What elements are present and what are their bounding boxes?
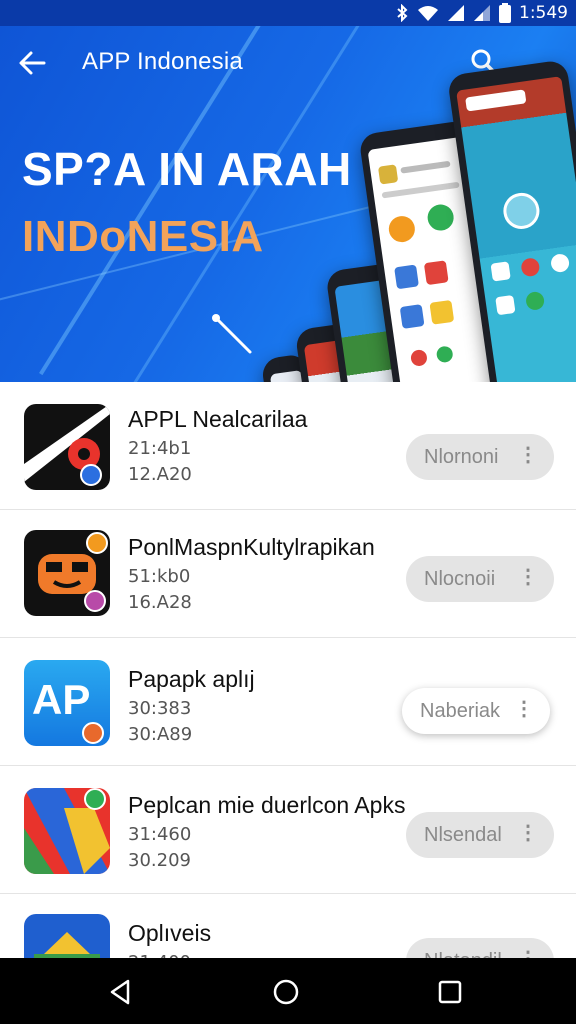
nav-recents-button[interactable] <box>432 974 468 1010</box>
app-action-button[interactable]: Nlornoni ⋮ <box>406 434 554 480</box>
signal-icon <box>448 5 464 21</box>
bluetooth-icon <box>397 4 408 22</box>
list-item[interactable]: PonlMaspnKultylrapikan 51:kb0 16.A28 Nlo… <box>0 510 576 638</box>
page-title: APP Indonesia <box>82 48 243 75</box>
app-name: Papapk aplıj <box>128 666 255 692</box>
app-icon <box>24 404 110 490</box>
badge-icon <box>84 590 106 612</box>
hero-banner: APP Indonesia SP?A IN ARAH INDoNESIA <box>0 26 576 382</box>
nav-back-button[interactable] <box>102 974 138 1010</box>
signal-icon <box>474 5 490 21</box>
app-meta: 30:383 30:A89 <box>128 698 193 745</box>
more-vert-icon[interactable]: ⋮ <box>518 564 538 589</box>
more-vert-icon[interactable]: ⋮ <box>518 820 538 845</box>
recents-square-icon <box>438 980 462 1004</box>
app-name: Oplıveis <box>128 920 212 946</box>
list-item[interactable]: Peplcan mie duerlcon Apks 31:460 30.209 … <box>0 766 576 894</box>
app-action-button[interactable]: Naberiak ⋮ <box>402 688 550 734</box>
wifi-icon <box>418 6 438 21</box>
app-icon <box>24 788 110 874</box>
app-meta: 51:kb0 16.A28 <box>128 566 192 613</box>
pointer-icon <box>212 314 252 354</box>
arrow-left-icon <box>19 51 46 75</box>
more-vert-icon[interactable]: ⋮ <box>514 696 534 721</box>
list-item[interactable]: APPL Nealcarilaa 21:4b1 12.A20 Nlornoni … <box>0 382 576 510</box>
badge-icon <box>82 722 104 744</box>
status-time: 1:549 <box>519 3 568 23</box>
back-button[interactable] <box>16 48 50 78</box>
hero-headline: SP?A IN ARAH <box>22 143 352 195</box>
more-vert-icon[interactable]: ⋮ <box>518 442 538 467</box>
app-name: PonlMaspnKultylrapikan <box>128 534 375 560</box>
badge-icon <box>80 464 102 486</box>
back-triangle-icon <box>110 979 130 1005</box>
app-icon <box>24 530 110 616</box>
status-bar: 1:549 <box>0 0 576 26</box>
home-circle-icon <box>273 979 299 1005</box>
nav-home-button[interactable] <box>268 974 304 1010</box>
badge-icon <box>86 532 108 554</box>
app-action-button[interactable]: Nlocnoii ⋮ <box>406 556 554 602</box>
badge-icon <box>84 788 106 810</box>
app-icon: AP <box>24 660 110 746</box>
list-item[interactable]: AP Papapk aplıj 30:383 30:A89 Naberiak ⋮ <box>0 638 576 766</box>
system-nav-bar <box>0 958 576 1024</box>
hero-subheadline: INDoNESIA <box>22 212 264 261</box>
app-name: APPL Nealcarilaa <box>128 406 308 432</box>
app-meta: 31:460 30.209 <box>128 824 192 871</box>
app-action-button[interactable]: Nlsendal ⋮ <box>406 812 554 858</box>
app-meta: 21:4b1 12.A20 <box>128 438 192 485</box>
app-name: Peplcan mie duerlcon Apks <box>128 792 406 818</box>
battery-icon <box>499 3 511 23</box>
